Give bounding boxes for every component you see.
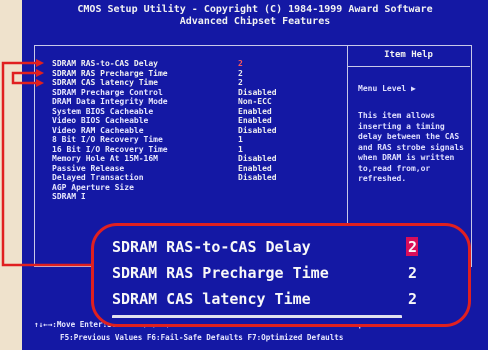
zoom-callout: SDRAM RAS-to-CAS Delay 2 SDRAM RAS Prech… xyxy=(91,223,471,327)
zoom-value: 2 xyxy=(408,264,418,282)
zoom-value: 2 xyxy=(408,238,418,256)
zoom-label: SDRAM CAS latency Time xyxy=(112,290,311,308)
arrow-right-icon xyxy=(36,59,44,67)
zoom-partial-next-row xyxy=(112,315,402,324)
callout-lines xyxy=(1,61,93,267)
zoom-value: 2 xyxy=(408,290,418,308)
zoom-row-cas-latency: SDRAM CAS latency Time 2 xyxy=(94,286,468,312)
callout-line-precharge-cas xyxy=(11,71,40,85)
arrow-right-icon xyxy=(36,79,44,87)
arrow-right-icon xyxy=(36,69,44,77)
callout-line-ras-to-cas xyxy=(1,61,93,267)
arrow-heads xyxy=(36,59,44,87)
zoom-label: SDRAM RAS-to-CAS Delay xyxy=(112,238,311,256)
zoom-row-ras-precharge: SDRAM RAS Precharge Time 2 xyxy=(94,260,468,286)
zoom-row-ras-to-cas: SDRAM RAS-to-CAS Delay 2 xyxy=(94,234,468,260)
zoom-label: SDRAM RAS Precharge Time xyxy=(112,264,329,282)
